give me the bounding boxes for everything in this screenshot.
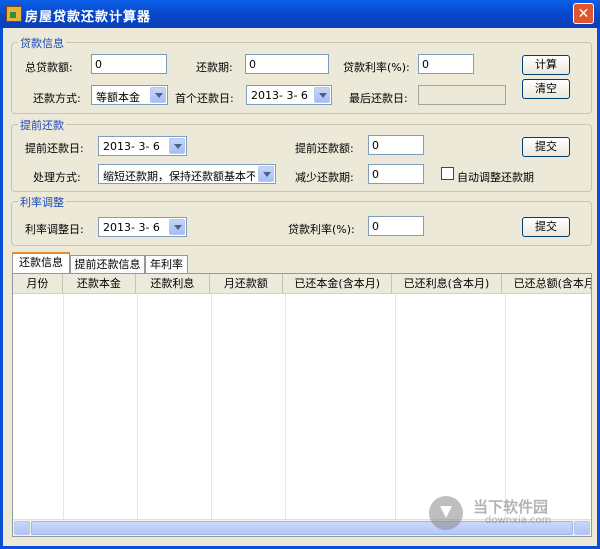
grid-line <box>395 294 396 520</box>
prepay-amount-input[interactable] <box>368 135 424 155</box>
column-header-monthly-payment[interactable]: 月还款额 <box>210 274 284 293</box>
prepay-mode-value: 缩短还款期，保持还款额基本不变 <box>103 170 255 183</box>
reduce-period-input[interactable] <box>368 164 424 184</box>
chevron-down-icon[interactable] <box>169 138 185 154</box>
first-repay-date-label: 首个还款日: <box>175 92 234 105</box>
title-bar[interactable]: 房屋贷款还款计算器 ✕ <box>0 0 600 28</box>
rate-adjust-date-picker[interactable]: 2013- 3- 6 <box>98 217 187 237</box>
grid-line <box>137 294 138 520</box>
chevron-down-icon[interactable] <box>314 87 330 103</box>
auto-adjust-label[interactable]: 自动调整还款期 <box>457 169 534 185</box>
rate-adjust-submit-button[interactable]: 提交 <box>522 217 570 237</box>
reduce-period-label: 减少还款期: <box>295 171 354 184</box>
last-repay-date-label: 最后还款日: <box>349 92 408 105</box>
prepay-mode-label: 处理方式: <box>33 171 81 184</box>
rate-adjust-date-label: 利率调整日: <box>25 223 84 236</box>
app-window: 房屋贷款还款计算器 ✕ 贷款信息 总贷款额: 还款期: 贷款利率(%): 计算 … <box>0 0 600 549</box>
repay-period-label: 还款期: <box>196 61 233 74</box>
window-title: 房屋贷款还款计算器 <box>25 10 152 25</box>
prepay-legend: 提前还款 <box>18 117 66 133</box>
table-header: 月份 还款本金 还款利息 月还款额 已还本金(含本月) 已还利息(含本月) 已还… <box>13 274 591 294</box>
prepay-amount-label: 提前还款额: <box>295 142 354 155</box>
column-header-paid-total[interactable]: 已还总额(含本月) <box>502 274 591 293</box>
grid-line <box>63 294 64 520</box>
last-repay-date-field <box>418 85 506 105</box>
grid-line <box>285 294 286 520</box>
prepay-submit-button[interactable]: 提交 <box>522 137 570 157</box>
rate-adjust-legend: 利率调整 <box>18 194 66 210</box>
loan-rate-input[interactable] <box>418 54 474 74</box>
prepay-date-picker[interactable]: 2013- 3- 6 <box>98 136 187 156</box>
prepay-date-value: 2013- 3- 6 <box>103 140 160 153</box>
total-loan-input[interactable] <box>91 54 167 74</box>
download-icon <box>429 496 463 530</box>
watermark-site: downxia.com <box>485 515 552 526</box>
clear-button[interactable]: 清空 <box>522 79 570 99</box>
rate-adjust-date-value: 2013- 3- 6 <box>103 221 160 234</box>
calculate-button[interactable]: 计算 <box>522 55 570 75</box>
tab-prepay-info[interactable]: 提前还款信息 <box>70 255 145 274</box>
tab-annual-rate[interactable]: 年利率 <box>145 255 188 274</box>
watermark-logo: 当下软件园 downxia.com <box>429 496 579 530</box>
prepay-date-label: 提前还款日: <box>25 142 84 155</box>
close-button[interactable]: ✕ <box>573 3 594 24</box>
column-header-interest[interactable]: 还款利息 <box>136 274 210 293</box>
column-header-paid-principal[interactable]: 已还本金(含本月) <box>283 274 393 293</box>
repay-method-value: 等额本金 <box>96 91 140 104</box>
chevron-down-icon[interactable] <box>169 219 185 235</box>
column-header-month[interactable]: 月份 <box>13 274 63 293</box>
first-repay-date-picker[interactable]: 2013- 3- 6 <box>246 85 332 105</box>
app-icon <box>6 6 22 22</box>
loan-rate-label: 贷款利率(%): <box>343 61 410 74</box>
column-header-paid-interest[interactable]: 已还利息(含本月) <box>392 274 502 293</box>
watermark-brand: 当下软件园 <box>473 498 549 516</box>
repay-period-input[interactable] <box>245 54 329 74</box>
total-loan-label: 总贷款额: <box>25 61 73 74</box>
prepay-mode-select[interactable]: 缩短还款期，保持还款额基本不变 <box>98 164 276 184</box>
repay-method-select[interactable]: 等额本金 <box>91 85 168 105</box>
tab-repay-info[interactable]: 还款信息 <box>12 252 70 274</box>
rate-adjust-rate-input[interactable] <box>368 216 424 236</box>
chevron-down-icon[interactable] <box>258 166 274 182</box>
column-header-principal[interactable]: 还款本金 <box>63 274 137 293</box>
scroll-left-icon[interactable] <box>14 521 30 535</box>
rate-adjust-rate-label: 贷款利率(%): <box>288 223 355 236</box>
auto-adjust-checkbox[interactable] <box>441 167 454 180</box>
grid-line <box>505 294 506 520</box>
chevron-down-icon[interactable] <box>150 87 166 103</box>
grid-line <box>211 294 212 520</box>
repay-method-label: 还款方式: <box>33 92 81 105</box>
loan-info-legend: 贷款信息 <box>18 35 66 51</box>
first-repay-date-value: 2013- 3- 6 <box>251 89 308 102</box>
